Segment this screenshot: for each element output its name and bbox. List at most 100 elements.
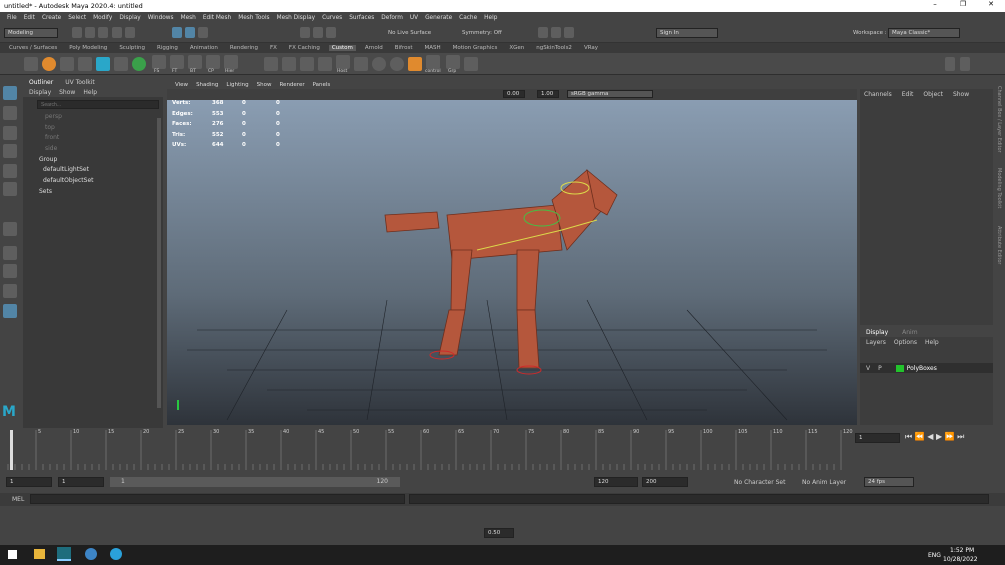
clock-date[interactable]: 10/28/2022	[943, 556, 978, 563]
control-shelf-icon[interactable]: control	[425, 55, 441, 74]
outliner-item-persp[interactable]: persp	[45, 113, 62, 120]
menu-select[interactable]: Select	[68, 15, 86, 21]
four-view-icon[interactable]	[3, 264, 17, 278]
shelf-tab-motion-graphics[interactable]: Motion Graphics	[450, 45, 501, 51]
tab-uv-toolkit[interactable]: UV Toolkit	[65, 79, 95, 86]
select-hierarchy-icon[interactable]	[172, 27, 182, 38]
value-field[interactable]: 0.50	[484, 528, 514, 538]
menu-edit[interactable]: Edit	[24, 15, 35, 21]
bt-shelf-icon[interactable]: BT	[188, 55, 202, 74]
exposure-field[interactable]: 0.00	[503, 90, 525, 98]
outliner-item-defaultlightset[interactable]: defaultLightSet	[43, 166, 89, 173]
outliner-item-sets[interactable]: Sets	[39, 188, 52, 195]
viewport-menu-renderer[interactable]: Renderer	[279, 82, 304, 88]
channel-menu-edit[interactable]: Edit	[902, 91, 914, 98]
channel-menu-object[interactable]: Object	[923, 91, 943, 98]
layer-name[interactable]: PolyBoxes	[907, 365, 937, 372]
outliner-item-front[interactable]: front	[45, 134, 59, 141]
outliner-menu-show[interactable]: Show	[59, 89, 75, 96]
shelf-tab-xgen[interactable]: XGen	[506, 45, 527, 51]
outliner-layout-icon[interactable]	[3, 304, 17, 318]
menu-mesh-tools[interactable]: Mesh Tools	[238, 15, 269, 21]
layer-menu-options[interactable]: Options	[894, 339, 917, 346]
skull-icon[interactable]	[78, 57, 92, 71]
mel-input[interactable]	[30, 494, 405, 504]
pin-icon[interactable]	[96, 57, 110, 71]
hexagon-icon[interactable]	[408, 57, 422, 71]
rotate-tool-icon[interactable]	[3, 164, 17, 178]
workspace-dropdown[interactable]: Maya Classic*	[888, 28, 960, 38]
layer-row-polyboxes[interactable]: V P PolyBoxes	[860, 363, 993, 373]
save-scene-icon[interactable]	[98, 27, 108, 38]
grp-shelf-icon[interactable]: Grp	[446, 55, 460, 74]
render-frame-icon[interactable]	[538, 27, 548, 38]
menu-modify[interactable]: Modify	[93, 15, 112, 21]
windows-start-icon[interactable]	[8, 550, 17, 559]
anim-layer-dropdown[interactable]: No Anim Layer	[802, 479, 846, 486]
shelf-tab-custom[interactable]: Custom	[328, 45, 356, 51]
shelf-menu-icon[interactable]	[960, 57, 970, 71]
menu-deform[interactable]: Deform	[381, 15, 403, 21]
shelf-tab-mash[interactable]: MASH	[421, 45, 443, 51]
chrome-icon[interactable]	[85, 548, 97, 560]
menu-generate[interactable]: Generate	[425, 15, 452, 21]
ft-shelf-icon[interactable]: FT	[170, 55, 184, 74]
side-tab-modeling-toolkit[interactable]: Modeling Toolkit	[996, 168, 1002, 208]
shelf-tab-rigging[interactable]: Rigging	[154, 45, 181, 51]
sign-in-button[interactable]: Sign In	[656, 28, 718, 38]
mode-dropdown[interactable]: Modeling	[4, 28, 58, 38]
menu-edit-mesh[interactable]: Edit Mesh	[203, 15, 231, 21]
cube-icon[interactable]	[24, 57, 38, 71]
refresh-icon[interactable]	[132, 57, 146, 71]
end-frame-field[interactable]: 200	[642, 477, 688, 487]
scale-tool-icon[interactable]	[3, 182, 17, 196]
current-frame-field[interactable]: 1	[855, 433, 900, 443]
clock-time[interactable]: 1:52 PM	[950, 547, 974, 554]
language-indicator[interactable]: ENG	[928, 552, 941, 559]
side-tab-attribute-editor[interactable]: Attribute Editor	[996, 226, 1002, 264]
playback-end-field[interactable]: 120	[594, 477, 638, 487]
shelf-tab-animation[interactable]: Animation	[187, 45, 221, 51]
hier-shelf-icon[interactable]: Hier	[224, 55, 238, 74]
outliner-item-group[interactable]: Group	[39, 156, 57, 163]
paint-select-icon[interactable]	[3, 126, 17, 140]
channel-menu-show[interactable]: Show	[953, 91, 969, 98]
menu-file[interactable]: File	[7, 15, 17, 21]
gamma-field[interactable]: 1.00	[537, 90, 559, 98]
tab-anim[interactable]: Anim	[902, 329, 917, 336]
shelf-tab-vray[interactable]: VRay	[581, 45, 601, 51]
current-time-marker[interactable]	[10, 430, 13, 470]
outliner-menu-help[interactable]: Help	[83, 89, 97, 96]
redo-icon[interactable]	[125, 27, 135, 38]
viewport-menu-show[interactable]: Show	[257, 82, 272, 88]
locator-icon[interactable]	[300, 57, 314, 71]
select-component-icon[interactable]	[198, 27, 208, 38]
snap-grid-icon[interactable]	[300, 27, 310, 38]
shelf-tab-ngskintools2[interactable]: ngSkinTools2	[533, 45, 575, 51]
shelf-tab-bifrost[interactable]: Bifrost	[392, 45, 416, 51]
paint-icon[interactable]	[354, 57, 368, 71]
outliner-item-top[interactable]: top	[45, 124, 55, 131]
snap-curve-icon[interactable]	[313, 27, 323, 38]
move-tool-icon[interactable]	[3, 144, 17, 158]
open-scene-icon[interactable]	[85, 27, 95, 38]
viewport-menu-view[interactable]: View	[175, 82, 188, 88]
live-surface-label[interactable]: No Live Surface	[388, 30, 431, 36]
menu-create[interactable]: Create	[42, 15, 61, 21]
menu-help[interactable]: Help	[484, 15, 497, 21]
bracket-icon[interactable]	[464, 57, 478, 71]
playback-controls[interactable]: ⏮ ⏪ ◀ ▶ ⏩ ⏭	[905, 432, 964, 442]
menu-curves[interactable]: Curves	[322, 15, 342, 21]
range-slider[interactable]: 1 120	[110, 477, 400, 487]
telegram-icon[interactable]	[110, 548, 122, 560]
viewport-menu-lighting[interactable]: Lighting	[226, 82, 248, 88]
symmetry-label[interactable]: Symmetry: Off	[462, 30, 502, 36]
gear-icon[interactable]	[114, 57, 128, 71]
shelf-tab-fx[interactable]: FX	[267, 45, 280, 51]
maximize-button[interactable]: ❐	[949, 0, 977, 8]
viewport-menu-panels[interactable]: Panels	[313, 82, 331, 88]
shelf-tab-sculpting[interactable]: Sculpting	[116, 45, 148, 51]
layer-color-swatch[interactable]	[895, 364, 904, 372]
menu-cache[interactable]: Cache	[459, 15, 477, 21]
select-object-icon[interactable]	[185, 27, 195, 38]
